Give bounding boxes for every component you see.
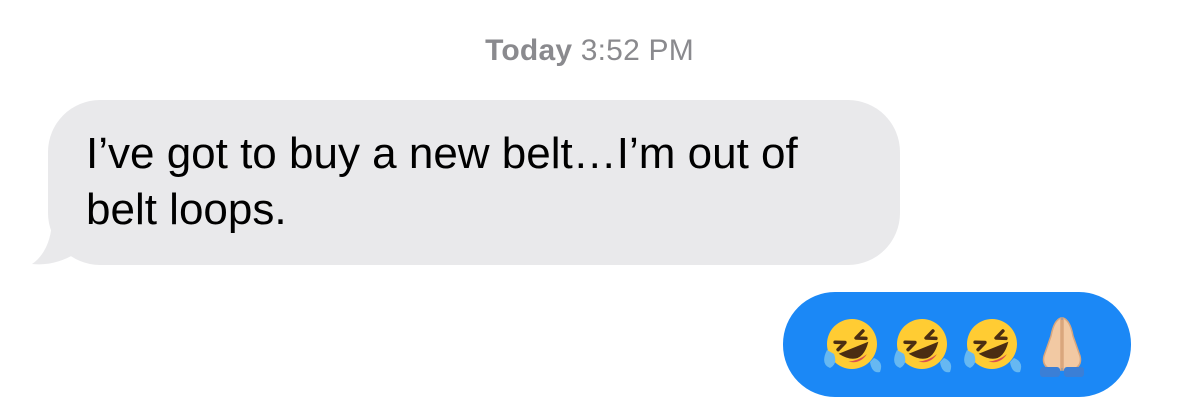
timestamp-time: 3:52 PM — [580, 34, 694, 67]
rolling-laughing-emoji-icon — [964, 318, 1022, 372]
incoming-message-bubble[interactable]: I’ve got to buy a new belt…I’m out of be… — [48, 100, 900, 265]
timestamp-day: Today — [485, 34, 573, 67]
rolling-laughing-emoji-icon — [824, 318, 882, 372]
folded-hands-emoji-icon — [1040, 316, 1084, 377]
outgoing-message-bubble[interactable] — [783, 292, 1131, 397]
incoming-message-text: I’ve got to buy a new belt…I’m out of be… — [86, 129, 798, 234]
rolling-laughing-emoji-icon — [894, 318, 952, 372]
message-timestamp: Today 3:52 PM — [0, 34, 1179, 68]
